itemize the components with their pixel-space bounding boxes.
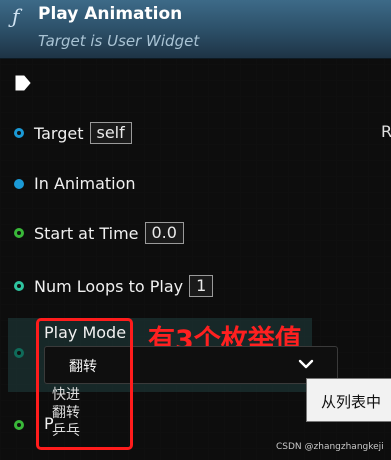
dropdown-tooltip: 从列表中 xyxy=(306,378,391,422)
watermark: CSDN @zhangzhangkeji xyxy=(276,442,384,452)
node-subtitle: Target is User Widget xyxy=(38,32,200,50)
node-title: Play Animation xyxy=(38,4,183,24)
right-edge-text: R xyxy=(381,122,391,141)
start-at-time-pin-icon[interactable] xyxy=(14,228,24,238)
function-icon: ƒ xyxy=(12,4,20,28)
start-at-time-value-box[interactable]: 0.0 xyxy=(144,222,184,244)
in-animation-pin-label: In Animation xyxy=(34,174,136,193)
pin-row-in-animation: In Animation xyxy=(14,174,136,193)
target-value-box[interactable]: self xyxy=(89,122,132,144)
num-loops-value-box[interactable]: 1 xyxy=(189,275,214,297)
pin-row-target: Target self xyxy=(14,122,132,144)
pin-row-num-loops: Num Loops to Play 1 xyxy=(14,275,214,297)
start-at-time-pin-label: Start at Time xyxy=(34,223,139,243)
target-pin-label: Target xyxy=(34,123,84,143)
chevron-down-icon[interactable] xyxy=(297,355,315,373)
node-header[interactable]: ƒ Play Animation Target is User Widget xyxy=(0,0,391,59)
play-mode-pin-icon[interactable] xyxy=(14,348,24,358)
bottom-pin-label: P xyxy=(44,414,54,433)
target-pin-icon[interactable] xyxy=(14,128,24,138)
pin-row-start-at-time: Start at Time 0.0 xyxy=(14,222,184,244)
in-animation-pin-icon[interactable] xyxy=(14,178,24,189)
num-loops-pin-label: Num Loops to Play xyxy=(34,276,184,296)
bottom-pin-icon[interactable] xyxy=(14,420,24,430)
exec-input-pin-icon[interactable] xyxy=(14,74,32,92)
num-loops-pin-icon[interactable] xyxy=(14,281,24,291)
